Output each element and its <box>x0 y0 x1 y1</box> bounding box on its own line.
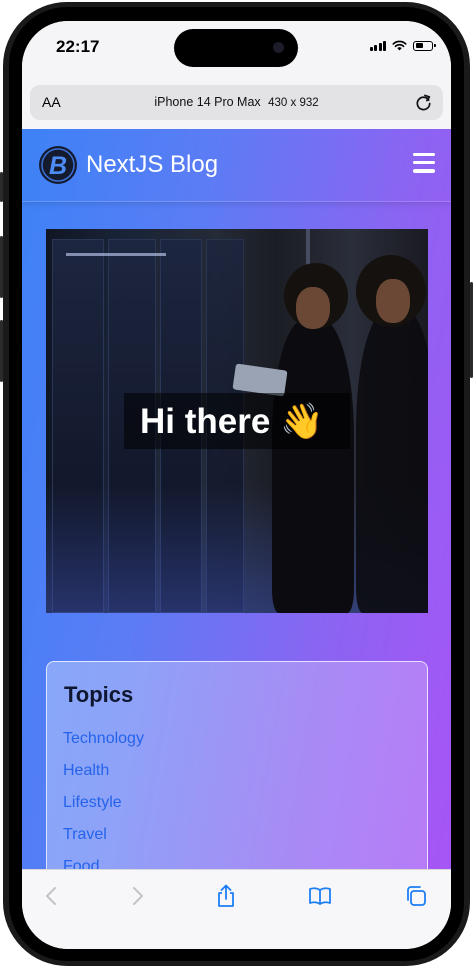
camera-icon <box>273 42 284 53</box>
status-time: 22:17 <box>56 37 100 56</box>
logo-icon[interactable]: B <box>38 145 78 185</box>
topic-link[interactable]: Lifestyle <box>63 794 122 812</box>
chevron-right-icon[interactable] <box>125 884 149 908</box>
volume-up-button <box>0 236 3 298</box>
hamburger-icon[interactable] <box>413 153 435 173</box>
topics-card: Topics Technology Health Lifestyle Trave… <box>46 661 428 871</box>
address-text[interactable]: iPhone 14 Pro Max 430 x 932 <box>30 95 443 109</box>
share-icon[interactable] <box>214 884 238 908</box>
device-name: iPhone 14 Pro Max <box>154 95 261 109</box>
site-brand[interactable]: NextJS Blog <box>86 151 218 179</box>
browser-toolbar <box>22 869 451 949</box>
person-silhouette <box>272 319 354 613</box>
chevron-left-icon[interactable] <box>40 884 64 908</box>
site-navbar: B NextJS Blog <box>22 129 451 202</box>
cellular-signal-icon <box>369 40 386 51</box>
topics-title: Topics <box>64 682 134 707</box>
status-bar: 22:17 <box>22 21 451 77</box>
address-bar[interactable]: AA iPhone 14 Pro Max 430 x 932 <box>30 85 443 120</box>
web-page: B NextJS Blog Hi there 👋 Topics Technolo… <box>22 129 451 871</box>
topic-link[interactable]: Travel <box>63 826 107 844</box>
book-icon[interactable] <box>308 884 332 908</box>
hero-image: Hi there 👋 <box>46 229 428 613</box>
hero-greeting-box: Hi there 👋 <box>124 393 350 449</box>
action-button <box>0 172 3 202</box>
reload-icon[interactable] <box>414 93 433 112</box>
tabs-icon[interactable] <box>404 884 428 908</box>
status-icons <box>369 40 436 51</box>
phone-screen: 22:17 AA iPhone 14 Pro Max 430 x 932 B N… <box>22 21 451 949</box>
dynamic-island <box>174 29 298 67</box>
volume-down-button <box>0 320 3 382</box>
topic-link[interactable]: Health <box>63 762 109 780</box>
hero-greeting: Hi there 👋 <box>140 402 324 441</box>
light-strip <box>66 253 166 256</box>
svg-text:B: B <box>49 152 67 180</box>
reflection-silhouette <box>356 309 428 613</box>
topic-link[interactable]: Technology <box>63 730 144 748</box>
device-dimensions: 430 x 932 <box>268 97 319 109</box>
person-face <box>296 287 330 329</box>
battery-icon <box>413 40 436 51</box>
wifi-icon <box>392 40 407 51</box>
reflection-face <box>376 279 410 323</box>
